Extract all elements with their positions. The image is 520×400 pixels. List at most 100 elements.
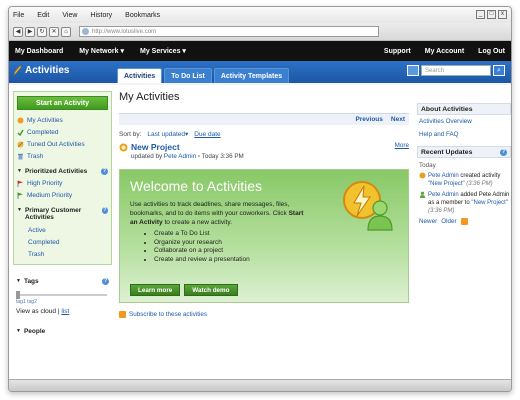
tab-activities[interactable]: Activities [117, 68, 163, 83]
sidebar-item-completed[interactable]: Completed [17, 126, 108, 138]
main-column: My Activities Previous Next Sort by: Las… [119, 91, 409, 318]
updates-pager: Newer Older [419, 218, 511, 225]
nav-my-network[interactable]: My Network ▾ [79, 47, 124, 55]
learn-more-button[interactable]: Learn more [130, 284, 181, 296]
nav-support[interactable]: Support [384, 48, 411, 55]
nav-log-out[interactable]: Log Out [478, 48, 505, 55]
tab-to-do-list[interactable]: To Do List [164, 68, 212, 83]
sidebar-item-tuned-out[interactable]: Tuned Out Activities [17, 138, 108, 150]
updated-by-name-link[interactable]: Pete Admin [164, 153, 196, 160]
sidebar-item-medium-priority[interactable]: Medium Priority [17, 189, 108, 201]
sidebar-item-trash-customer[interactable]: Trash [17, 248, 108, 260]
tags-heading[interactable]: ▼ Tags ? [16, 275, 109, 287]
maximize-button[interactable]: □ [487, 10, 496, 19]
reload-icon[interactable]: ↻ [37, 26, 47, 37]
sidebar-item-trash[interactable]: Trash [17, 150, 108, 162]
activities-logo-icon [343, 181, 393, 231]
section-heading-text: Primary Customer Activities [24, 207, 82, 221]
help-icon[interactable]: ? [101, 207, 108, 214]
tag-link[interactable]: tag2 [27, 299, 37, 305]
section-heading-text: People [23, 327, 46, 335]
older-link[interactable]: Older [441, 218, 456, 225]
minimize-button[interactable]: _ [476, 10, 485, 19]
about-activities-heading: About Activities [417, 103, 511, 115]
close-button[interactable]: x [498, 10, 507, 19]
welcome-panel: Welcome to Activities Use activities to … [119, 169, 409, 303]
update-item: Pete Admin created activity "New Project… [419, 172, 511, 188]
previous-link[interactable]: Previous [355, 116, 382, 123]
start-activity-button[interactable]: Start an Activity [17, 96, 108, 110]
sidebar-item-label: Medium Priority [27, 191, 73, 199]
tag-cloud-slider[interactable] [16, 291, 109, 299]
forward-icon[interactable]: ▶ [25, 26, 35, 37]
sidebar-item-active[interactable]: Active [17, 224, 108, 236]
menu-file[interactable]: File [13, 12, 24, 19]
welcome-description: Use activities to track deadlines, share… [130, 200, 310, 227]
menu-bookmarks[interactable]: Bookmarks [125, 12, 160, 19]
prioritized-activities-heading[interactable]: ▼ Prioritized Activities ? [17, 165, 108, 177]
activity-details: New Project updated by Pete Admin ▫ Toda… [131, 142, 244, 160]
recent-updates-text: Recent Updates [421, 148, 473, 156]
welcome-desc-text: to create a new activity. [164, 219, 232, 226]
rss-feed-icon[interactable] [460, 218, 468, 225]
sort-last-updated[interactable]: Last updated▾ [147, 130, 188, 138]
sidebar-item-label: Trash [27, 152, 44, 160]
rss-feed-icon [119, 311, 126, 318]
tag-link[interactable]: tag1 [16, 299, 26, 305]
update-user-link[interactable]: Pete Admin [428, 173, 459, 179]
activity-meta: updated by Pete Admin ▫ Today 3:36 PM [131, 153, 244, 160]
menu-edit[interactable]: Edit [37, 12, 49, 19]
update-activity-link[interactable]: "New Project" [428, 181, 465, 187]
update-user-link[interactable]: Pete Admin [428, 192, 459, 198]
sort-due-date[interactable]: Due date [194, 131, 220, 138]
section-heading-text: Prioritized Activities [24, 167, 88, 175]
home-icon[interactable]: ⌂ [61, 26, 71, 37]
view-as-list-link[interactable]: list [61, 308, 69, 315]
update-time: (3:36 PM) [466, 181, 493, 187]
browser-toolbar: ◀ ▶ ↻ ✕ ⌂ http://www.lotuslive.com [9, 23, 511, 41]
help-faq-link[interactable]: Help and FAQ [419, 131, 511, 138]
pencil-icon [13, 65, 22, 76]
activities-overview-link[interactable]: Activities Overview [419, 118, 511, 125]
activity-title-link[interactable]: New Project [131, 142, 244, 152]
address-bar[interactable]: http://www.lotuslive.com [79, 26, 379, 37]
help-icon[interactable]: ? [102, 277, 109, 285]
subscribe-link[interactable]: Subscribe to these activities [129, 311, 207, 318]
sort-by-label: Sort by: [119, 130, 142, 138]
nav-my-account[interactable]: My Account [425, 48, 464, 55]
view-as-cloud[interactable]: View as cloud [16, 308, 56, 315]
os-menubar: File Edit View History Bookmarks _ □ x [9, 7, 511, 23]
menu-history[interactable]: History [90, 12, 112, 19]
back-icon[interactable]: ◀ [13, 26, 23, 37]
nav-my-services[interactable]: My Services ▾ [140, 47, 186, 55]
app-title-text: Activities [25, 65, 70, 76]
page-content: Start an Activity My Activities Complete… [9, 85, 511, 381]
tab-activity-templates[interactable]: Activity Templates [213, 68, 290, 83]
search-input[interactable]: Search [421, 65, 491, 76]
subscribe-row[interactable]: Subscribe to these activities [119, 311, 409, 318]
update-activity-link[interactable]: "New Project" [471, 200, 508, 206]
tag-cloud: tag1 tag2 [16, 299, 109, 305]
watch-demo-button[interactable]: Watch demo [184, 284, 238, 296]
slider-handle[interactable] [16, 291, 20, 299]
people-heading[interactable]: ▼ People [16, 325, 109, 337]
help-icon[interactable]: ? [101, 167, 108, 175]
menu-view[interactable]: View [62, 12, 77, 19]
nav-my-dashboard[interactable]: My Dashboard [15, 48, 63, 55]
search-scope-dropdown[interactable] [407, 65, 419, 76]
more-link[interactable]: More [395, 142, 409, 149]
help-icon[interactable]: ? [500, 148, 507, 156]
stop-icon[interactable]: ✕ [49, 26, 59, 37]
browser-window: File Edit View History Bookmarks _ □ x ◀… [8, 6, 512, 392]
left-sidebar: Start an Activity My Activities Complete… [13, 91, 112, 337]
sidebar-item-my-activities[interactable]: My Activities [17, 114, 108, 126]
next-link[interactable]: Next [391, 116, 405, 123]
sidebar-item-high-priority[interactable]: High Priority [17, 177, 108, 189]
list-item: Organize your research [154, 239, 398, 248]
sidebar-item-completed-customer[interactable]: Completed [17, 236, 108, 248]
search-icon[interactable]: ⌕ [493, 65, 505, 76]
slider-track [18, 294, 107, 296]
newer-link[interactable]: Newer [419, 218, 437, 225]
primary-customer-heading[interactable]: ▼ Primary Customer Activities ? [17, 207, 108, 221]
tuned-out-icon [17, 141, 24, 147]
